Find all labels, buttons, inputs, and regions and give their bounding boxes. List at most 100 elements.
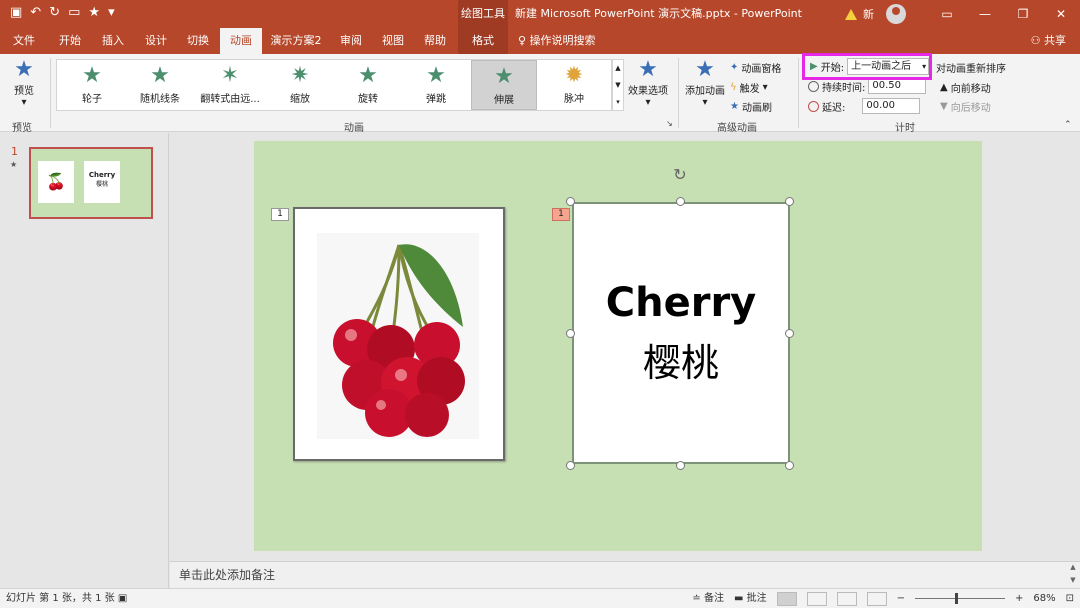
clock-icon <box>808 80 819 92</box>
trigger-button[interactable]: ϟ 触发 ▾ <box>730 80 768 95</box>
animation-painter-button[interactable]: ★ 动画刷 <box>730 99 772 114</box>
spell-check-icon[interactable]: ▣ <box>118 593 127 604</box>
tab-review[interactable]: 审阅 <box>331 28 371 54</box>
zoom-out-icon[interactable]: − <box>897 589 905 608</box>
person-icon: ⚇ <box>1030 34 1041 47</box>
comment-icon: ▬ <box>733 593 744 604</box>
tab-file[interactable]: 文件 <box>4 28 44 54</box>
animation-swivel[interactable]: ★ 旋转 <box>335 60 401 110</box>
slideshow-icon[interactable]: ▭ <box>68 5 80 21</box>
user-name[interactable]: 新 <box>863 6 874 22</box>
notes-scrollbar[interactable]: ▲ ▼ <box>1066 561 1080 588</box>
notes-button[interactable]: ≐ 备注 <box>692 589 724 608</box>
slide-canvas[interactable]: 1 1 ↻ Cherry 樱桃 <box>254 141 982 551</box>
add-animation-button[interactable]: ★ 添加动画 ▾ <box>684 57 726 109</box>
delay-input[interactable]: 00.00 <box>862 98 921 114</box>
thumbnail-text-en: Cherry <box>88 171 116 179</box>
tab-transitions[interactable]: 切换 <box>178 28 218 54</box>
effect-options-button[interactable]: ★ 效果选项 ▾ <box>626 58 670 109</box>
tab-home[interactable]: 开始 <box>50 28 90 54</box>
up-arrow-icon: ▲ <box>940 82 948 93</box>
resize-handle[interactable] <box>785 329 794 338</box>
fit-slide-icon[interactable]: ⊡ <box>1066 589 1074 608</box>
animation-tag-image[interactable]: 1 <box>271 208 289 221</box>
animation-wheel[interactable]: ★ 轮子 <box>59 60 125 110</box>
redo-icon[interactable]: ↻ <box>49 5 60 21</box>
comments-button[interactable]: ▬ 批注 <box>734 589 767 608</box>
reading-view-icon[interactable] <box>836 591 857 606</box>
tell-me-label: 操作说明搜索 <box>529 34 596 47</box>
move-later-button[interactable]: ▼ 向后移动 <box>940 99 991 114</box>
share-label: 共享 <box>1044 34 1066 47</box>
tab-format[interactable]: 格式 <box>458 28 508 54</box>
zoom-in-icon[interactable]: + <box>1015 589 1023 608</box>
cherry-chinese-text[interactable]: 樱桃 <box>574 332 788 387</box>
cherry-text[interactable]: Cherry <box>574 280 788 326</box>
wheel-icon: ★ <box>82 63 102 88</box>
zoom-level[interactable]: 68% <box>1033 589 1055 608</box>
tab-insert[interactable]: 插入 <box>93 28 133 54</box>
restore-icon[interactable]: ❐ <box>1004 7 1042 21</box>
zoom-slider[interactable] <box>914 593 1005 604</box>
animation-stretch[interactable]: ★ 伸展 <box>471 60 537 110</box>
normal-view-icon[interactable] <box>776 591 797 606</box>
slide-sorter-icon[interactable] <box>806 591 827 606</box>
star-icon[interactable]: ★ <box>88 5 100 21</box>
warning-icon[interactable] <box>845 8 857 20</box>
text-box-selected[interactable]: Cherry 樱桃 <box>572 202 790 464</box>
tab-view[interactable]: 视图 <box>373 28 413 54</box>
delay-control: 延迟: 00.00 <box>808 98 921 114</box>
resize-handle[interactable] <box>676 461 685 470</box>
undo-icon[interactable]: ↶ <box>30 5 41 21</box>
share-button[interactable]: ⚇ 共享 <box>1031 28 1066 54</box>
resize-handle[interactable] <box>566 461 575 470</box>
add-animation-icon: ★ <box>695 57 715 82</box>
close-icon[interactable]: ✕ <box>1042 7 1080 21</box>
notes-icon: ≐ <box>692 593 701 604</box>
divider <box>798 58 799 128</box>
pulse-icon: ✹ <box>564 63 584 88</box>
tab-design[interactable]: 设计 <box>136 28 176 54</box>
down-arrow-icon: ▼ <box>940 101 948 112</box>
resize-handle[interactable] <box>785 461 794 470</box>
save-icon[interactable]: ▣ <box>10 5 22 21</box>
tell-me-search[interactable]: ♀ 操作说明搜索 <box>518 28 596 54</box>
slide-thumbnail[interactable]: 🍒 Cherry 樱桃 <box>29 147 153 219</box>
cherry-picture[interactable] <box>293 207 505 461</box>
preview-button[interactable]: ★ 预览 ▾ <box>6 58 42 109</box>
group-label-preview: 预览 <box>12 123 32 134</box>
collapse-ribbon-icon[interactable]: ⌃ <box>1064 120 1072 130</box>
notes-pane[interactable]: 单击此处添加备注 <box>170 561 1080 588</box>
customize-qat-icon[interactable]: ▾ <box>108 5 115 21</box>
start-highlight <box>802 53 932 80</box>
avatar[interactable] <box>886 4 906 24</box>
animation-pulse[interactable]: ✹ 脉冲 <box>541 60 607 110</box>
animation-tag-text[interactable]: 1 <box>552 208 570 221</box>
resize-handle[interactable] <box>676 197 685 206</box>
animation-zoom[interactable]: ✷ 缩放 <box>267 60 333 110</box>
rotate-handle-icon[interactable]: ↻ <box>670 165 690 185</box>
animation-grow-turn[interactable]: ✶ 翻转式由远... <box>195 60 265 110</box>
animation-painter-label: 动画刷 <box>741 103 772 114</box>
animation-random-bars[interactable]: ★ 随机线条 <box>127 60 193 110</box>
bounce-icon: ★ <box>426 63 446 88</box>
dialog-launcher-icon[interactable]: ↘ <box>666 119 673 128</box>
minimize-icon[interactable]: — <box>966 7 1004 21</box>
tab-custom-scheme[interactable]: 演示方案2 <box>264 28 328 54</box>
duration-label: 持续时间: <box>822 82 866 94</box>
move-earlier-button[interactable]: ▲ 向前移动 <box>940 80 991 95</box>
effect-options-dropdown-icon: ▾ <box>645 97 651 108</box>
animation-bounce[interactable]: ★ 弹跳 <box>403 60 469 110</box>
resize-handle[interactable] <box>785 197 794 206</box>
ribbon-display-icon[interactable]: ▭ <box>928 7 966 21</box>
tab-help[interactable]: 帮助 <box>415 28 455 54</box>
quick-access-toolbar: ▣ ↶ ↻ ▭ ★ ▾ <box>10 5 115 21</box>
resize-handle[interactable] <box>566 329 575 338</box>
gallery-scroll[interactable]: ▲ ▼ ▾ <box>612 59 624 111</box>
tab-animations[interactable]: 动画 <box>220 28 262 54</box>
animation-pane-button[interactable]: ✦ 动画窗格 <box>730 60 781 75</box>
resize-handle[interactable] <box>566 197 575 206</box>
slideshow-view-icon[interactable] <box>866 591 887 606</box>
duration-input[interactable]: 00.50 <box>868 78 927 94</box>
slide-thumbnail-pane: 1 ★ 🍒 Cherry 樱桃 <box>0 133 169 588</box>
